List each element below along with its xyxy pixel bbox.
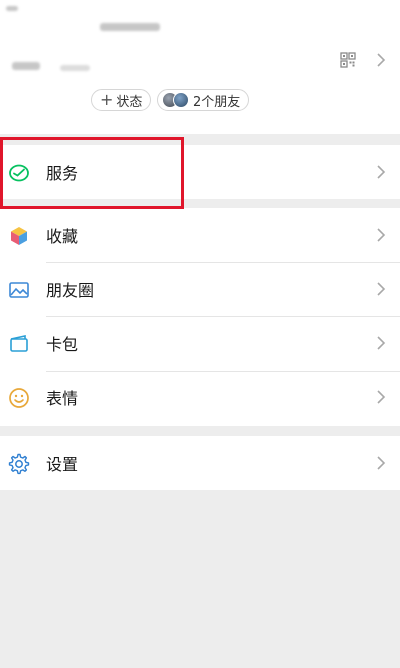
settings-group: 设置 <box>0 436 400 490</box>
menu-item-settings[interactable]: 设置 <box>0 436 400 490</box>
chevron-right-icon <box>377 390 386 404</box>
friends-status-button[interactable]: 2个朋友 <box>157 89 250 111</box>
menu-label-stickers: 表情 <box>46 389 79 408</box>
blurred-name <box>6 6 18 11</box>
chevron-right-icon <box>377 456 386 470</box>
wechat-pay-icon <box>9 164 29 182</box>
menu-item-stickers[interactable]: 表情 <box>0 370 400 424</box>
picture-icon <box>9 282 29 298</box>
chevron-right-icon <box>377 228 386 242</box>
menu-label-settings: 设置 <box>46 455 79 474</box>
menu-label-moments: 朋友圈 <box>46 281 95 300</box>
card-wallet-icon <box>10 335 28 352</box>
plus-icon: + <box>100 90 114 109</box>
menu-item-moments[interactable]: 朋友圈 <box>0 262 400 316</box>
menu-item-services[interactable]: 服务 <box>0 145 400 199</box>
add-status-button[interactable]: + 状态 <box>91 89 152 111</box>
main-menu-group: 收藏 朋友圈 卡包 表情 <box>0 208 400 426</box>
gear-icon <box>8 453 30 475</box>
menu-item-favorites[interactable]: 收藏 <box>0 208 400 262</box>
avatar <box>173 92 189 108</box>
friends-count-label: 2个朋友 <box>193 94 241 110</box>
smiley-face-icon <box>9 388 29 408</box>
menu-label-cards: 卡包 <box>46 335 79 354</box>
qr-code-icon[interactable] <box>340 52 356 68</box>
cube-icon <box>11 227 27 245</box>
chevron-right-icon <box>377 165 386 179</box>
menu-item-cards[interactable]: 卡包 <box>0 316 400 370</box>
profile-header[interactable]: + 状态 2个朋友 <box>0 0 400 134</box>
menu-label-favorites: 收藏 <box>46 227 79 246</box>
chevron-right-icon <box>377 336 386 350</box>
blurred-wechat-id <box>60 65 90 71</box>
chevron-right-icon <box>377 282 386 296</box>
chevron-right-icon <box>377 53 386 67</box>
blurred-wechat-id <box>12 62 40 70</box>
services-group: 服务 <box>0 145 400 199</box>
menu-label-services: 服务 <box>46 164 79 183</box>
status-button-label: 状态 <box>116 94 143 110</box>
blurred-name <box>100 23 160 31</box>
